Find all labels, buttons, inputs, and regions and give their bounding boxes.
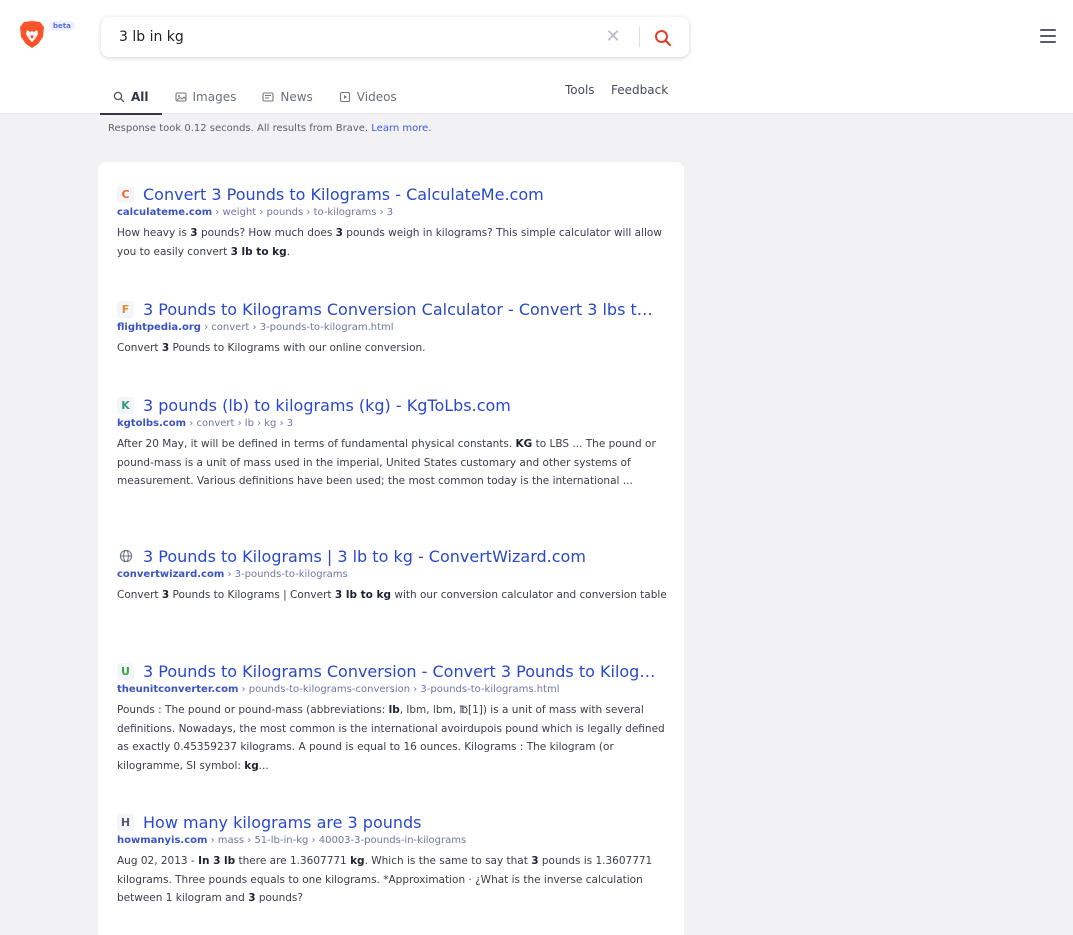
result-url[interactable]: calculateme.com › weight › pounds › to-k… — [117, 207, 603, 218]
result-url[interactable]: howmanyis.com › mass › 51-lb-in-kg › 400… — [117, 835, 603, 846]
news-icon — [262, 92, 274, 102]
result-description: After 20 May, it will be defined in term… — [117, 438, 656, 487]
tab-images[interactable]: Images — [162, 80, 250, 114]
feedback-button[interactable]: Feedback — [611, 83, 668, 97]
result-title-link[interactable]: 3 Pounds to Kilograms | 3 lb to kg - Con… — [143, 547, 586, 566]
search-result: C Convert 3 Pounds to Kilograms - Calcul… — [117, 182, 667, 261]
learn-more-link[interactable]: Learn more. — [371, 123, 431, 134]
search-tabs: All Images News Videos — [100, 80, 410, 115]
globe-icon — [117, 548, 134, 565]
search-result: U 3 Pounds to Kilograms Conversion - Con… — [117, 659, 667, 775]
result-title-link[interactable]: How many kilograms are 3 pounds — [143, 813, 422, 832]
top-bar: beta ✕ All Images News Videos Tools Feed… — [0, 0, 1073, 115]
site-favicon-icon: C — [117, 185, 134, 203]
site-favicon-icon: F — [117, 300, 134, 318]
result-description: Pounds : The pound or pound-mass (abbrev… — [117, 704, 665, 772]
search-result: F 3 Pounds to Kilograms Conversion Calcu… — [117, 297, 667, 358]
tab-videos[interactable]: Videos — [326, 80, 410, 114]
clear-icon[interactable]: ✕ — [603, 27, 623, 47]
response-info: Response took 0.12 seconds. All results … — [108, 123, 431, 134]
result-title-link[interactable]: Convert 3 Pounds to Kilograms - Calculat… — [143, 185, 544, 204]
tab-label: News — [280, 90, 313, 104]
search-box — [101, 17, 689, 57]
search-result: 3 Pounds to Kilograms | 3 lb to kg - Con… — [117, 544, 667, 605]
site-favicon-icon: K — [117, 396, 134, 414]
search-result: K 3 pounds (lb) to kilograms (kg) - KgTo… — [117, 393, 667, 491]
hamburger-menu-icon[interactable] — [1040, 29, 1058, 45]
tab-all[interactable]: All — [100, 80, 162, 115]
tab-news[interactable]: News — [249, 80, 325, 114]
result-url[interactable]: flightpedia.org › convert › 3-pounds-to-… — [117, 322, 603, 333]
result-title-link[interactable]: 3 Pounds to Kilograms Conversion - Conve… — [143, 662, 658, 681]
result-title-link[interactable]: 3 Pounds to Kilograms Conversion Calcula… — [143, 300, 658, 319]
tab-label: Videos — [356, 90, 397, 104]
brave-logo-icon[interactable] — [19, 20, 45, 49]
response-time-text: Response took 0.12 seconds. All results … — [108, 123, 369, 134]
result-description: Convert 3 Pounds to Kilograms | Convert … — [117, 589, 667, 601]
result-url[interactable]: kgtolbs.com › convert › lb › kg › 3 — [117, 418, 603, 429]
image-icon — [174, 92, 187, 102]
result-title-link[interactable]: 3 pounds (lb) to kilograms (kg) - KgToLb… — [143, 396, 511, 415]
tab-label: All — [131, 90, 149, 104]
site-favicon-icon: H — [117, 813, 134, 831]
result-description: How heavy is 3 pounds? How much does 3 p… — [117, 227, 662, 258]
video-icon — [339, 91, 350, 103]
tab-label: Images — [192, 90, 237, 104]
results-panel: C Convert 3 Pounds to Kilograms - Calcul… — [98, 162, 684, 935]
site-favicon-icon: U — [117, 662, 134, 680]
search-result: H How many kilograms are 3 pounds howman… — [117, 810, 667, 908]
search-icon[interactable] — [652, 27, 674, 49]
search-icon — [113, 91, 125, 103]
result-description: Convert 3 Pounds to Kilograms with our o… — [117, 342, 426, 354]
divider — [639, 27, 640, 47]
search-input[interactable] — [119, 26, 589, 48]
result-url[interactable]: convertwizard.com › 3-pounds-to-kilogram… — [117, 569, 603, 580]
tools-button[interactable]: Tools — [565, 83, 595, 97]
result-description: Aug 02, 2013 - In 3 lb there are 1.36077… — [117, 855, 653, 904]
result-url[interactable]: theunitconverter.com › pounds-to-kilogra… — [117, 684, 603, 695]
beta-badge: beta — [49, 21, 75, 31]
